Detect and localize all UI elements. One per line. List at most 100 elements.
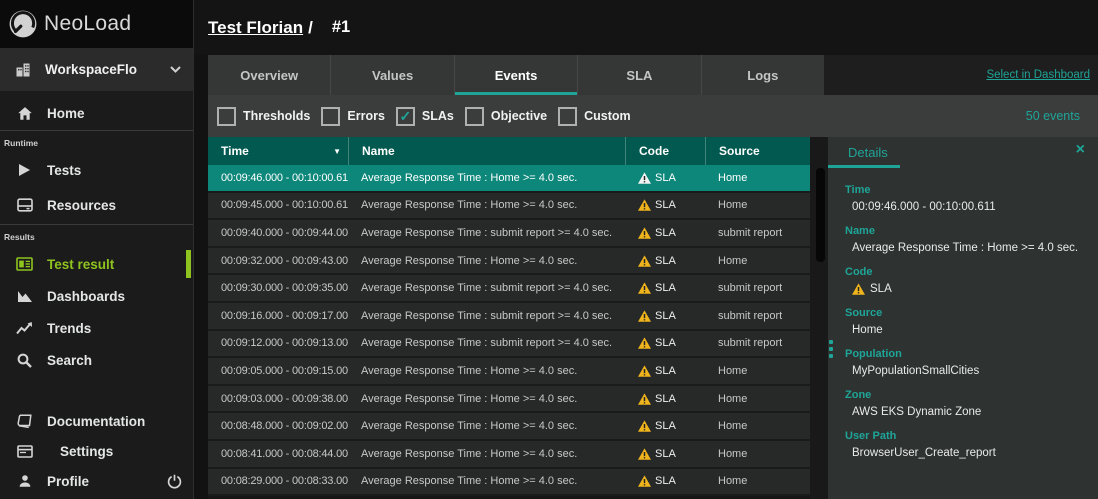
warning-icon xyxy=(638,420,651,432)
warning-icon xyxy=(638,475,651,487)
sidebar-item-documentation[interactable]: Documentation xyxy=(0,406,193,436)
event-name: Average Response Time : Home >= 4.0 sec. xyxy=(348,365,625,377)
power-icon[interactable] xyxy=(167,474,182,489)
event-code: SLA xyxy=(625,255,705,267)
person-icon xyxy=(15,474,34,488)
event-name: Average Response Time : submit report >=… xyxy=(348,337,625,349)
details-field-value: Average Response Time : Home >= 4.0 sec. xyxy=(852,242,1088,254)
details-field-value: BrowserUser_Create_report xyxy=(852,447,1088,459)
panel-resize-handle[interactable] xyxy=(829,340,833,358)
checkbox-unchecked[interactable] xyxy=(465,107,484,126)
event-source: Home xyxy=(705,255,810,267)
column-header-source[interactable]: Source xyxy=(705,137,810,165)
event-source: submit report xyxy=(705,337,810,349)
table-row[interactable]: 00:09:46.000 - 00:10:00.611Average Respo… xyxy=(208,165,810,193)
play-icon xyxy=(15,163,34,177)
run-id: #1 xyxy=(332,18,350,37)
sidebar-item-trends[interactable]: Trends xyxy=(0,313,193,343)
filter-thresholds[interactable]: Thresholds xyxy=(217,107,310,126)
scrollbar-thumb[interactable] xyxy=(816,168,825,262)
filter-custom[interactable]: Custom xyxy=(558,107,631,126)
column-header-code[interactable]: Code xyxy=(625,137,705,165)
table-row[interactable]: 00:09:45.000 - 00:10:00.611Average Respo… xyxy=(208,193,810,221)
checkbox-unchecked[interactable] xyxy=(217,107,236,126)
warning-icon xyxy=(638,365,651,377)
warning-icon xyxy=(638,448,651,460)
tab-overview[interactable]: Overview xyxy=(208,55,330,95)
details-field-value: 00:09:46.000 - 00:10:00.611 xyxy=(852,201,1088,213)
active-indicator xyxy=(186,250,191,278)
event-name: Average Response Time : Home >= 4.0 sec. xyxy=(348,475,625,487)
sidebar-item-search[interactable]: Search xyxy=(0,345,193,375)
brand-logo[interactable]: NeoLoad xyxy=(0,0,193,48)
filter-errors[interactable]: Errors xyxy=(321,107,385,126)
event-time: 00:08:41.000 - 00:08:44.000 xyxy=(208,448,348,460)
sort-desc-icon[interactable]: ▼ xyxy=(333,147,341,156)
events-table-body: 00:09:46.000 - 00:10:00.611Average Respo… xyxy=(208,165,810,499)
sidebar-divider xyxy=(0,224,193,225)
event-code: SLA xyxy=(625,365,705,377)
checkbox-checked[interactable]: ✓ xyxy=(396,107,415,126)
details-field: NameAverage Response Time : Home >= 4.0 … xyxy=(845,225,1088,254)
event-source: Home xyxy=(705,420,810,432)
table-row[interactable]: 00:09:05.000 - 00:09:15.000Average Respo… xyxy=(208,358,810,386)
select-in-dashboard-link[interactable]: Select in Dashboard xyxy=(986,69,1090,81)
sidebar-item-test-result[interactable]: Test result xyxy=(0,249,193,279)
sidebar-item-settings[interactable]: Settings xyxy=(0,436,193,466)
event-code: SLA xyxy=(625,310,705,322)
event-code: SLA xyxy=(625,420,705,432)
event-code: SLA xyxy=(625,448,705,460)
event-source: Home xyxy=(705,448,810,460)
event-code: SLA xyxy=(625,475,705,487)
section-label-results: Results xyxy=(0,227,193,245)
result-tabs: Overview Values Events SLA Logs xyxy=(208,55,824,95)
warning-icon xyxy=(638,310,651,322)
table-row[interactable]: 00:09:03.000 - 00:09:38.000Average Respo… xyxy=(208,386,810,414)
table-row[interactable]: 00:08:41.000 - 00:08:44.000Average Respo… xyxy=(208,441,810,469)
workspace-label: WorkspaceFlo xyxy=(45,62,137,77)
book-icon xyxy=(15,414,34,429)
warning-icon xyxy=(638,282,651,294)
event-time: 00:08:29.000 - 00:08:33.000 xyxy=(208,475,348,487)
sidebar-item-home[interactable]: Home xyxy=(0,98,193,128)
area-chart-icon xyxy=(15,289,34,303)
table-row[interactable]: 00:09:40.000 - 00:09:44.000Average Respo… xyxy=(208,220,810,248)
event-code: SLA xyxy=(625,393,705,405)
table-row[interactable]: 00:08:48.000 - 00:09:02.000Average Respo… xyxy=(208,413,810,441)
trend-line-icon xyxy=(15,321,34,335)
details-field-value: SLA xyxy=(852,283,1088,295)
event-time: 00:09:45.000 - 00:10:00.611 xyxy=(208,199,348,211)
checkbox-unchecked[interactable] xyxy=(558,107,577,126)
column-header-name[interactable]: Name xyxy=(348,137,625,165)
checkbox-unchecked[interactable] xyxy=(321,107,340,126)
column-header-time[interactable]: Time ▼ xyxy=(208,137,348,165)
close-icon[interactable]: × xyxy=(1076,142,1085,158)
sidebar: NeoLoad WorkspaceFlo H xyxy=(0,0,194,499)
tab-sla[interactable]: SLA xyxy=(577,55,700,95)
table-row[interactable]: 00:09:30.000 - 00:09:35.000Average Respo… xyxy=(208,275,810,303)
workspace-selector[interactable]: WorkspaceFlo xyxy=(0,48,193,91)
event-code: SLA xyxy=(625,337,705,349)
filter-slas[interactable]: ✓ SLAs xyxy=(396,107,454,126)
details-field-label: Source xyxy=(845,307,1088,319)
table-row[interactable]: 00:09:12.000 - 00:09:13.000Average Respo… xyxy=(208,331,810,359)
tab-values[interactable]: Values xyxy=(330,55,453,95)
event-source: Home xyxy=(705,393,810,405)
details-field: CodeSLA xyxy=(845,266,1088,295)
warning-icon xyxy=(638,199,651,211)
tab-logs[interactable]: Logs xyxy=(701,55,824,95)
sidebar-item-resources[interactable]: Resources xyxy=(0,190,193,220)
sidebar-item-profile[interactable]: Profile xyxy=(0,466,193,496)
page-header: Test Florian / #1 xyxy=(194,0,1098,55)
table-row[interactable]: 00:09:32.000 - 00:09:43.000Average Respo… xyxy=(208,248,810,276)
sidebar-item-tests[interactable]: Tests xyxy=(0,155,193,185)
test-name-link[interactable]: Test Florian xyxy=(208,18,303,38)
filter-objective[interactable]: Objective xyxy=(465,107,547,126)
tab-events[interactable]: Events xyxy=(454,55,577,95)
warning-icon xyxy=(852,283,865,295)
event-time: 00:09:12.000 - 00:09:13.000 xyxy=(208,337,348,349)
table-row[interactable]: 00:09:16.000 - 00:09:17.000Average Respo… xyxy=(208,303,810,331)
table-row[interactable]: 00:08:29.000 - 00:08:33.000Average Respo… xyxy=(208,469,810,497)
sidebar-item-dashboards[interactable]: Dashboards xyxy=(0,281,193,311)
event-name: Average Response Time : Home >= 4.0 sec. xyxy=(348,172,625,184)
